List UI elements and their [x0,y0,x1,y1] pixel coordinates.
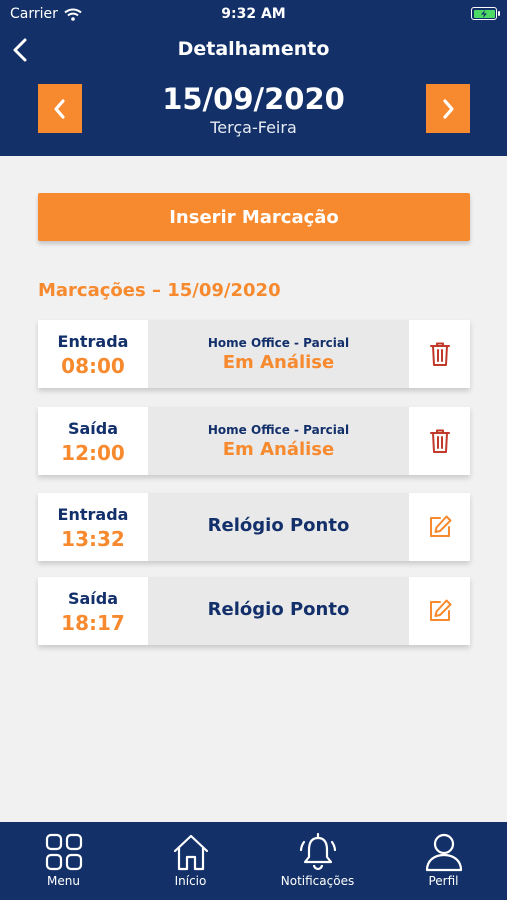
marking-details: Home Office - Parcial Em Análise [148,407,409,475]
marking-card: Saída 12:00 Home Office - Parcial Em Aná… [38,407,470,475]
chevron-right-icon [443,98,454,119]
edit-icon [429,515,451,537]
marking-type: Entrada [57,505,129,524]
section-title: Marcações – 15/09/2020 [38,280,281,301]
marking-time: 12:00 [61,441,125,465]
home-icon [173,834,208,871]
marking-time-block: Entrada 08:00 [38,320,148,388]
tab-label: Início [174,874,207,888]
insert-marking-button[interactable]: Inserir Marcação [38,193,470,241]
tab-label: Notificações [280,874,355,888]
grid-menu-icon [45,833,82,871]
tab-label: Perfil [428,874,459,888]
marking-source: Home Office - Parcial [207,423,350,437]
delete-marking-button[interactable] [409,407,470,475]
tab-bar: Menu Início Notificações Perfil [0,822,507,900]
marking-time: 18:17 [61,611,125,635]
page-title: Detalhamento [177,38,330,60]
status-bar: Carrier 9:32 AM [0,0,507,28]
bell-icon [299,832,336,871]
clock: 9:32 AM [221,6,286,22]
marking-time-block: Saída 18:17 [38,577,148,645]
marking-type: Saída [67,589,119,608]
header: Carrier 9:32 AM Detalhamento 15/09/2020 … [0,0,507,156]
marking-status: Em Análise [222,439,335,460]
marking-source: Home Office - Parcial [207,336,350,350]
trash-icon [429,342,450,366]
tab-home[interactable]: Início [127,822,254,900]
tab-profile[interactable]: Perfil [380,822,507,900]
trash-icon [429,429,450,453]
battery-icon [471,7,500,20]
marking-source: Relógio Ponto [207,515,350,536]
marking-time: 13:32 [61,527,125,551]
marking-card: Saída 18:17 Relógio Ponto [38,577,470,645]
marking-time-block: Saída 12:00 [38,407,148,475]
marking-card: Entrada 13:32 Relógio Ponto [38,493,470,561]
marking-time-block: Entrada 13:32 [38,493,148,561]
next-day-button[interactable] [426,84,470,133]
charging-icon [481,9,487,18]
marking-time: 08:00 [61,354,125,378]
marking-type: Entrada [57,332,129,351]
marking-status: Em Análise [222,352,335,373]
user-icon [425,833,462,872]
tab-menu[interactable]: Menu [0,822,127,900]
marking-details: Relógio Ponto [148,577,409,645]
edit-icon [429,599,451,621]
edit-marking-button[interactable] [409,577,470,645]
marking-source: Relógio Ponto [207,599,350,620]
tab-notifications[interactable]: Notificações [254,822,381,900]
marking-type: Saída [67,419,119,438]
tab-label: Menu [47,874,80,888]
edit-marking-button[interactable] [409,493,470,561]
battery-fill [473,9,495,18]
marking-card: Entrada 08:00 Home Office - Parcial Em A… [38,320,470,388]
delete-marking-button[interactable] [409,320,470,388]
marking-details: Home Office - Parcial Em Análise [148,320,409,388]
marking-details: Relógio Ponto [148,493,409,561]
